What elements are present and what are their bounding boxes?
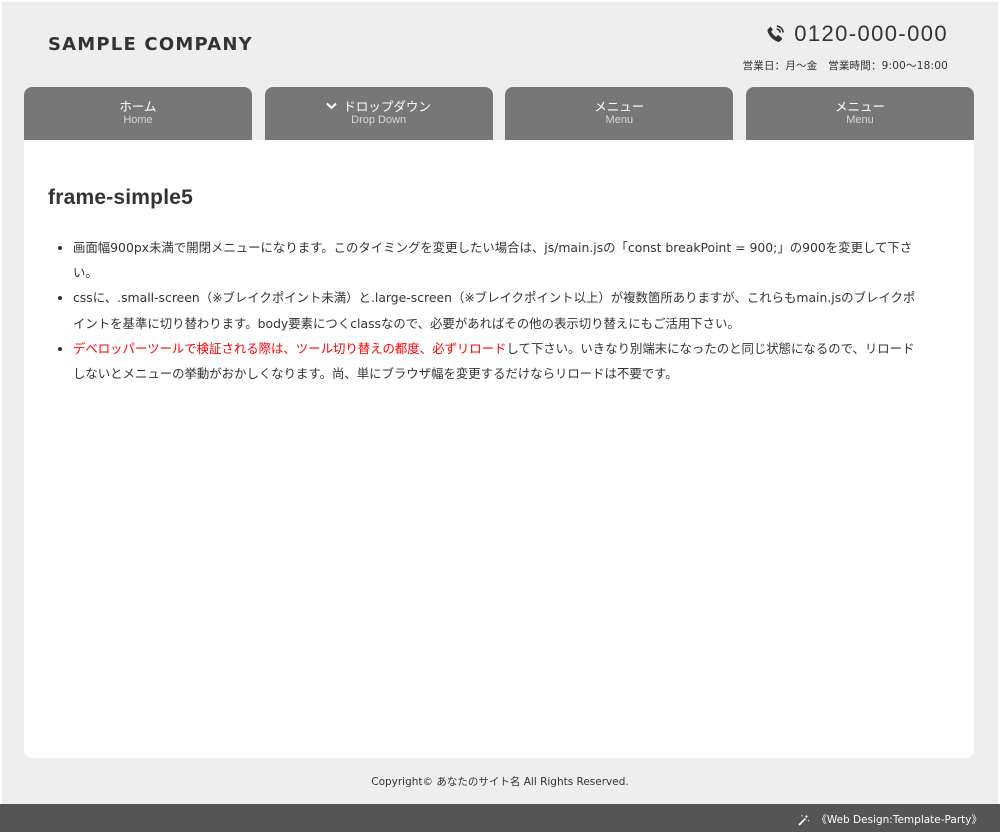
list-item: デベロッパーツールで検証される際は、ツール切り替えの都度、必ずリロードして下さい… (73, 336, 925, 386)
nav-item-home[interactable]: ホーム Home (24, 87, 252, 140)
nav-item-label-row: ドロップダウン (265, 87, 493, 114)
nav-item-menu-1[interactable]: メニュー Menu (505, 87, 734, 140)
nav-item-sub: Drop Down (351, 114, 407, 126)
business-hours: 営業日：月〜金 営業時間：9:00〜18:00 (742, 60, 948, 72)
chevron-down-icon (326, 102, 338, 110)
page-title: frame-simple5 (48, 186, 193, 209)
list-item: 画面幅900px未満で開閉メニューになります。このタイミングを変更したい場合は、… (73, 235, 925, 285)
nav-item-label: メニュー (834, 99, 885, 114)
contact-info: 0120-000-000 営業日：月〜金 営業時間：9:00〜18:00 (738, 20, 948, 73)
footer-bar: 《Web Design:Template-Party》 (0, 804, 1000, 832)
tel-number[interactable]: 0120-000-000 (794, 21, 948, 47)
content-panel: frame-simple5 画面幅900px未満で開閉メニューになります。このタ… (24, 140, 974, 758)
site-header: SAMPLE COMPANY 0120-000-000 営業日：月〜金 営業時間… (0, 0, 1000, 88)
nav-item-sub: Menu (846, 114, 874, 126)
notes-list: 画面幅900px未満で開閉メニューになります。このタイミングを変更したい場合は、… (73, 235, 925, 386)
nav-item-label: ホーム (119, 99, 157, 114)
nav-item-sub: Home (123, 114, 153, 126)
template-credit-link[interactable]: 《Web Design:Template-Party》 (798, 812, 982, 827)
tel-row: 0120-000-000 (738, 20, 948, 48)
nav-item-label: ドロップダウン (343, 99, 431, 114)
main-nav: ホーム Home ドロップダウン Drop Down メニュー Menu メニュ… (24, 87, 974, 140)
copyright: Copyright© あなたのサイト名 All Rights Reserved. (371, 776, 629, 788)
phone-icon (767, 25, 785, 42)
magic-wand-icon (798, 814, 810, 826)
warning-text: デベロッパーツールで検証される際は、ツール切り替えの都度、必ずリロード (73, 340, 507, 356)
nav-item-dropdown[interactable]: ドロップダウン Drop Down (264, 87, 493, 140)
nav-item-sub: Menu (605, 114, 634, 126)
credit-text: 《Web Design:Template-Party》 (816, 814, 982, 826)
company-logo[interactable]: SAMPLE COMPANY (48, 34, 253, 55)
list-item: cssに、.small-screen（※ブレイクポイント未満）と.large-s… (73, 285, 925, 335)
nav-item-menu-2[interactable]: メニュー Menu (745, 87, 974, 140)
nav-item-label: メニュー (594, 99, 645, 114)
